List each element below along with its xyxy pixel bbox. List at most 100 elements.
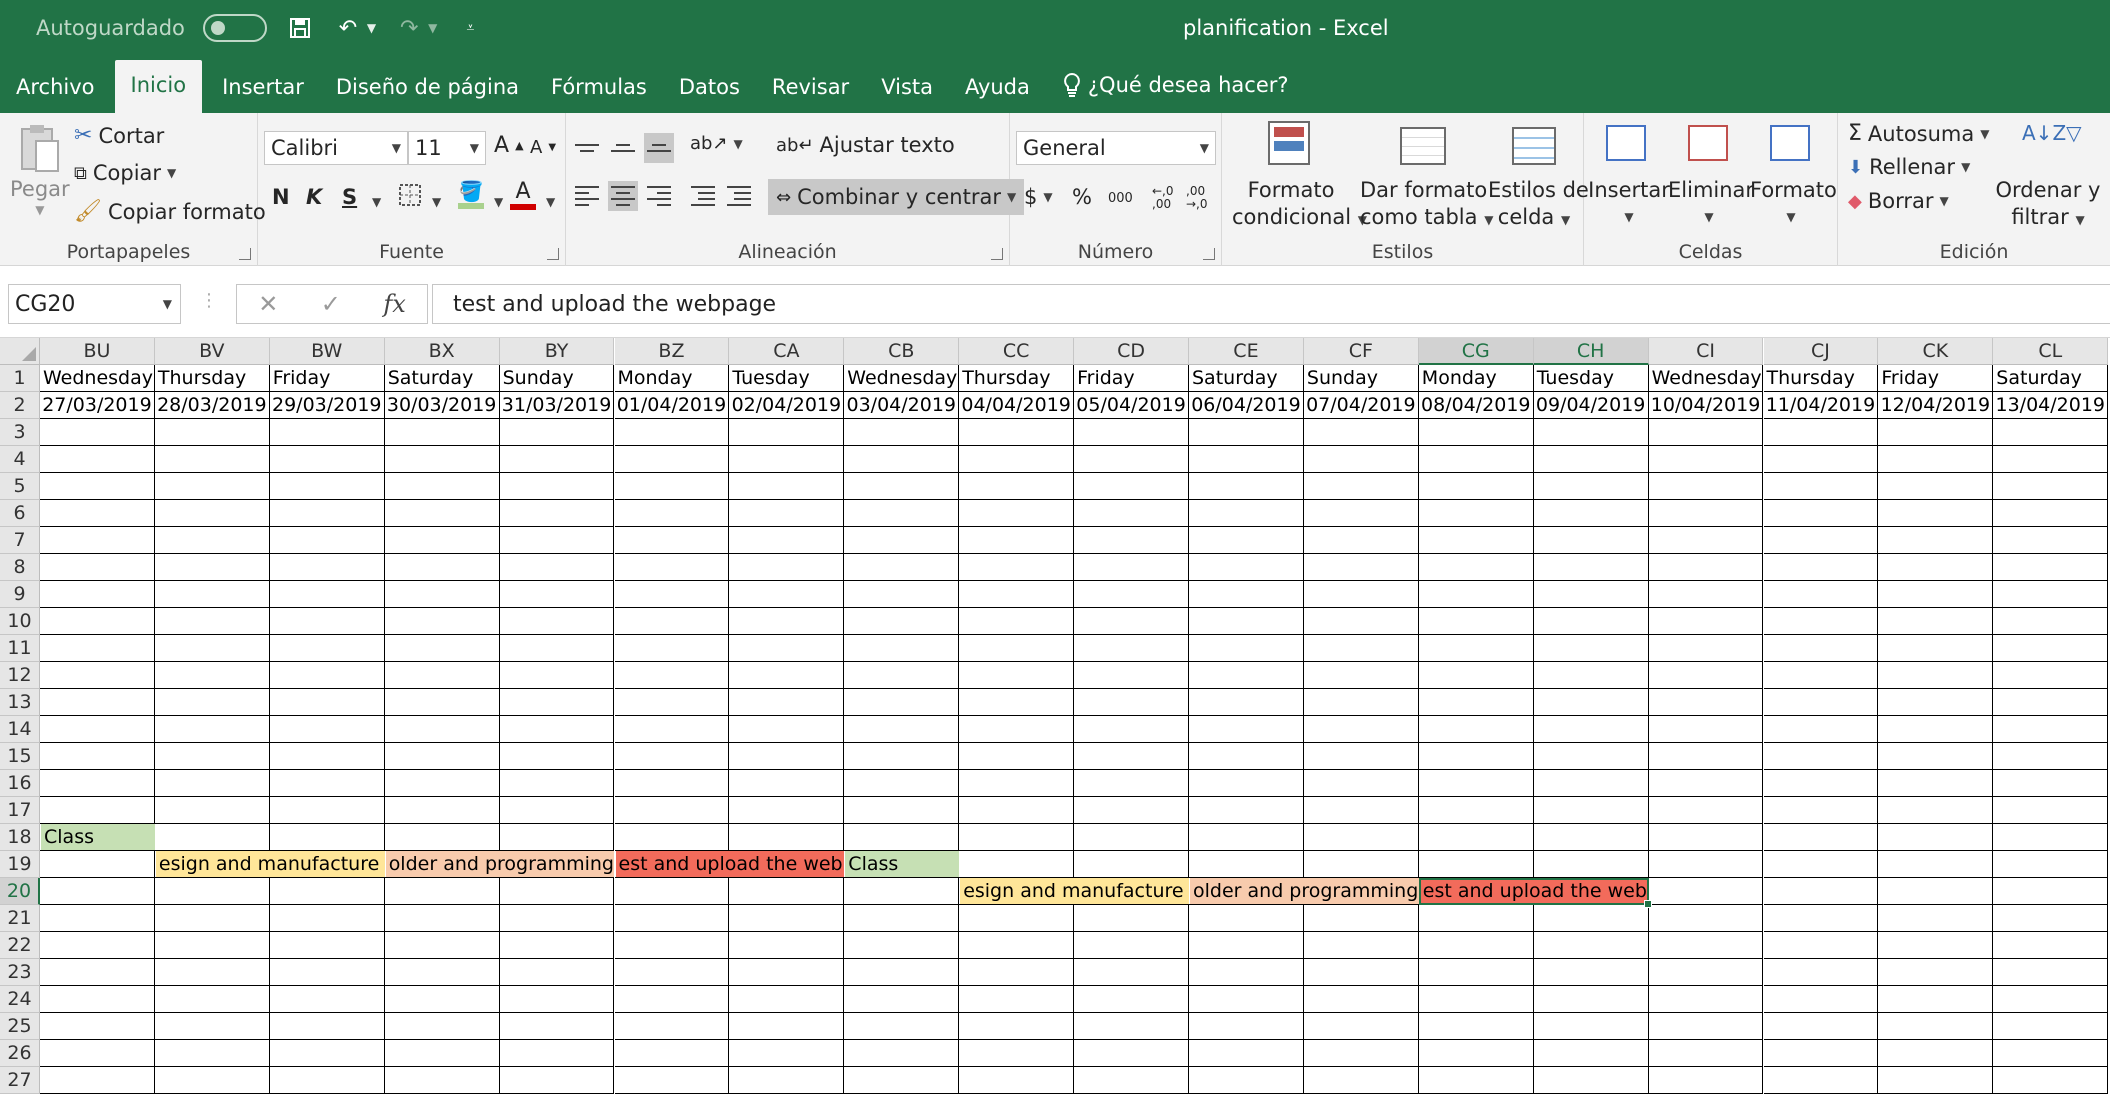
cell-bz2[interactable]: 01/04/2019 (614, 392, 730, 419)
cell-cg5[interactable] (1418, 473, 1534, 500)
cell-cf18[interactable] (1303, 824, 1419, 851)
cell-cj16[interactable] (1763, 770, 1879, 797)
cell-bw26[interactable] (269, 1040, 385, 1067)
cell-cj8[interactable] (1763, 554, 1879, 581)
cell-bx26[interactable] (384, 1040, 500, 1067)
cell-ch3[interactable] (1533, 419, 1649, 446)
cell-ck23[interactable] (1878, 959, 1994, 986)
cell-cc21[interactable] (959, 905, 1075, 932)
row-header-13[interactable]: 13 (0, 689, 40, 716)
row-header-27[interactable]: 27 (0, 1067, 40, 1094)
row-header-16[interactable]: 16 (0, 770, 40, 797)
cell-cb15[interactable] (844, 743, 960, 770)
cell-bv25[interactable] (154, 1013, 270, 1040)
cell-cc6[interactable] (959, 500, 1075, 527)
cell-bz12[interactable] (614, 662, 730, 689)
column-header-bu[interactable]: BU (40, 338, 155, 365)
cell-bz10[interactable] (614, 608, 730, 635)
cell-bu4[interactable] (40, 446, 155, 473)
cancel-icon[interactable]: ✕ (258, 290, 278, 318)
cell-ch14[interactable] (1533, 716, 1649, 743)
align-center-button[interactable] (608, 181, 638, 211)
row-header-25[interactable]: 25 (0, 1013, 40, 1040)
cell-ck21[interactable] (1878, 905, 1994, 932)
orientation-button[interactable]: ab↗ ▼ (690, 133, 743, 154)
cell-ci22[interactable] (1648, 932, 1764, 959)
cell-cl23[interactable] (1993, 959, 2109, 986)
cell-cc23[interactable] (959, 959, 1075, 986)
cell-ck6[interactable] (1878, 500, 1994, 527)
cell-bv21[interactable] (154, 905, 270, 932)
cell-bw27[interactable] (269, 1067, 385, 1094)
cell-ce13[interactable] (1189, 689, 1304, 716)
cut-button[interactable]: ✂ Cortar (74, 123, 164, 148)
cell-cg2[interactable]: 08/04/2019 (1418, 392, 1534, 419)
cell-ci7[interactable] (1648, 527, 1764, 554)
cell-ci8[interactable] (1648, 554, 1764, 581)
cell-cj7[interactable] (1763, 527, 1879, 554)
cell-bw24[interactable] (269, 986, 385, 1013)
cell-cg4[interactable] (1418, 446, 1534, 473)
cell-ci14[interactable] (1648, 716, 1764, 743)
cell-ch26[interactable] (1533, 1040, 1649, 1067)
cell-cd10[interactable] (1074, 608, 1189, 635)
cell-cc11[interactable] (959, 635, 1075, 662)
task-design-r20[interactable]: esign and manufacture 1 PC (960, 878, 1189, 904)
cell-cl25[interactable] (1993, 1013, 2109, 1040)
cell-by16[interactable] (499, 770, 615, 797)
column-header-bx[interactable]: BX (384, 338, 500, 365)
cell-cg6[interactable] (1418, 500, 1534, 527)
cell-cb10[interactable] (844, 608, 960, 635)
cell-ch12[interactable] (1533, 662, 1649, 689)
insert-function-icon[interactable]: fx (383, 290, 405, 318)
cell-cj18[interactable] (1763, 824, 1879, 851)
cell-bv2[interactable]: 28/03/2019 (154, 392, 270, 419)
cell-ca20[interactable] (729, 878, 845, 905)
row-header-15[interactable]: 15 (0, 743, 40, 770)
column-header-bv[interactable]: BV (154, 338, 270, 365)
cell-ch23[interactable] (1533, 959, 1649, 986)
column-header-cg[interactable]: CG (1418, 338, 1534, 365)
cell-ca22[interactable] (729, 932, 845, 959)
cell-cg26[interactable] (1418, 1040, 1534, 1067)
cell-cc26[interactable] (959, 1040, 1075, 1067)
task-solder-r19[interactable]: older and programming PC (385, 851, 615, 877)
cell-by9[interactable] (499, 581, 615, 608)
cell-bv5[interactable] (154, 473, 270, 500)
cell-bu7[interactable] (40, 527, 155, 554)
cell-bx24[interactable] (384, 986, 500, 1013)
cell-cc22[interactable] (959, 932, 1075, 959)
cell-cf26[interactable] (1303, 1040, 1419, 1067)
tab-formulas[interactable]: Fórmulas (535, 56, 663, 113)
cell-bv20[interactable] (154, 878, 270, 905)
column-header-cd[interactable]: CD (1074, 338, 1189, 365)
cell-ci9[interactable] (1648, 581, 1764, 608)
cell-cd19[interactable] (1074, 851, 1189, 878)
cell-bu12[interactable] (40, 662, 155, 689)
cell-by15[interactable] (499, 743, 615, 770)
cell-ce18[interactable] (1189, 824, 1304, 851)
cell-cf19[interactable] (1303, 851, 1419, 878)
cell-cc5[interactable] (959, 473, 1075, 500)
cell-by10[interactable] (499, 608, 615, 635)
cell-cd26[interactable] (1074, 1040, 1189, 1067)
borders-dropdown-icon[interactable]: ▼ (432, 195, 441, 209)
cell-bv18[interactable] (154, 824, 270, 851)
cell-by20[interactable] (499, 878, 615, 905)
cell-cd15[interactable] (1074, 743, 1189, 770)
cell-cd21[interactable] (1074, 905, 1189, 932)
cell-cb12[interactable] (844, 662, 960, 689)
column-header-ce[interactable]: CE (1189, 338, 1304, 365)
cell-ci17[interactable] (1648, 797, 1764, 824)
cell-ce3[interactable] (1189, 419, 1304, 446)
cell-bx1[interactable]: Saturday (384, 365, 500, 392)
cell-bu14[interactable] (40, 716, 155, 743)
cell-cj21[interactable] (1763, 905, 1879, 932)
cell-cl26[interactable] (1993, 1040, 2109, 1067)
cell-bx18[interactable] (384, 824, 500, 851)
cell-cl3[interactable] (1993, 419, 2109, 446)
cell-bw8[interactable] (269, 554, 385, 581)
row-header-18[interactable]: 18 (0, 824, 40, 851)
cell-by11[interactable] (499, 635, 615, 662)
cell-cg18[interactable] (1418, 824, 1534, 851)
